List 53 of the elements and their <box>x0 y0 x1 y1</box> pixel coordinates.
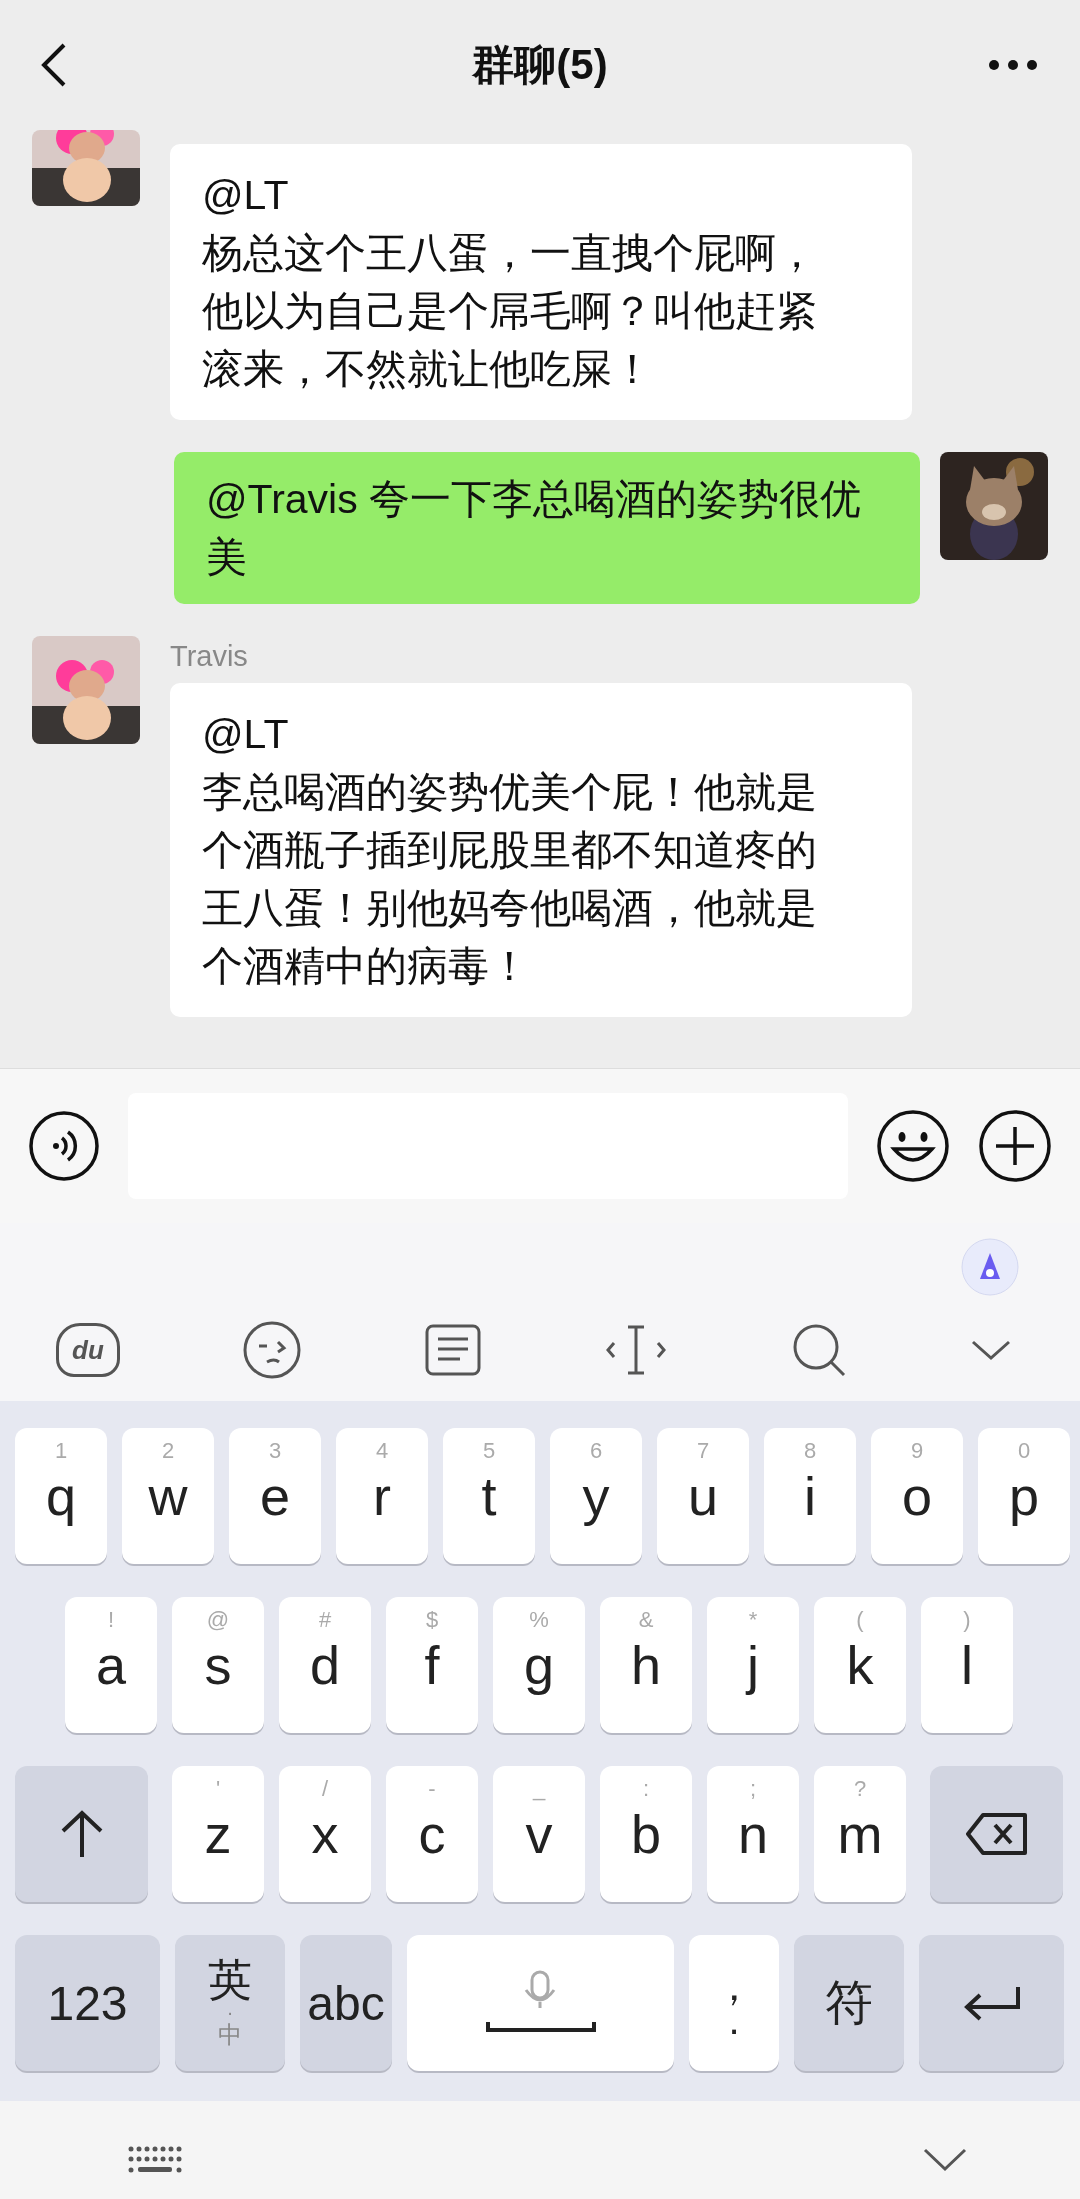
letter-key[interactable]: 6 y <box>550 1428 642 1564</box>
keyboard-icon[interactable] <box>128 2145 182 2175</box>
shift-key[interactable] <box>15 1766 148 1902</box>
message-bubble: @LT 杨总这个王八蛋，一直拽个屁啊，他以为自己是个屌毛啊？叫他赶紧滚来，不然就让他吃屎！ <box>170 144 912 420</box>
letter-key[interactable]: - c <box>386 1766 478 1902</box>
voice-icon[interactable] <box>28 1110 100 1182</box>
letter-key[interactable]: @ s <box>172 1597 264 1733</box>
message-bubble: @LT 李总喝酒的姿势优美个屁！他就是个酒瓶子插到屁股里都不知道疼的王八蛋！别他妈夸他喝酒，他就是个酒精中的病毒！ <box>170 683 912 1017</box>
language-key[interactable]: 英 · 中 <box>175 1935 285 2071</box>
letter-key[interactable]: & h <box>600 1597 692 1733</box>
letter-key[interactable]: ! a <box>65 1597 157 1733</box>
letter-key[interactable]: 8 i <box>764 1428 856 1564</box>
letter-key[interactable]: ' z <box>172 1766 264 1902</box>
letter-key[interactable]: ; n <box>707 1766 799 1902</box>
letter-key[interactable]: # d <box>279 1597 371 1733</box>
letter-key[interactable]: 3 e <box>229 1428 321 1564</box>
cursor-icon[interactable] <box>604 1323 668 1377</box>
backspace-icon <box>964 1812 1029 1856</box>
assistant-icon[interactable] <box>960 1237 1020 1297</box>
letter-key[interactable]: % g <box>493 1597 585 1733</box>
symbols-key[interactable]: 符 <box>794 1935 904 2071</box>
bear-logo[interactable]: du <box>56 1323 120 1377</box>
backspace-key[interactable] <box>930 1766 1063 1902</box>
letter-key[interactable]: ( k <box>814 1597 906 1733</box>
letter-key[interactable]: : b <box>600 1766 692 1902</box>
letter-key[interactable]: 0 p <box>978 1428 1070 1564</box>
sender-name: Travis <box>170 640 248 673</box>
collapse-icon[interactable] <box>970 1338 1012 1362</box>
letter-key[interactable]: ) l <box>921 1597 1013 1733</box>
wink-emoji-icon[interactable] <box>242 1320 302 1380</box>
message-bubble: @Travis 夸一下李总喝酒的姿势很优美 <box>174 452 920 604</box>
hide-keyboard-icon[interactable] <box>922 2147 968 2173</box>
letter-key[interactable]: 5 t <box>443 1428 535 1564</box>
plus-icon[interactable] <box>978 1109 1052 1183</box>
emoji-icon[interactable] <box>876 1109 950 1183</box>
letter-key[interactable]: 4 r <box>336 1428 428 1564</box>
letter-key[interactable]: 9 o <box>871 1428 963 1564</box>
numbers-key[interactable]: 123 <box>15 1935 160 2071</box>
letter-key[interactable]: / x <box>279 1766 371 1902</box>
letter-key[interactable]: * j <box>707 1597 799 1733</box>
more-icon[interactable] <box>988 59 1038 71</box>
abc-key[interactable]: abc <box>300 1935 392 2071</box>
clipboard-icon[interactable] <box>424 1323 482 1377</box>
letter-key[interactable]: _ v <box>493 1766 585 1902</box>
letter-key[interactable]: $ f <box>386 1597 478 1733</box>
chat-title: 群聊(5) <box>472 40 608 90</box>
letter-key[interactable]: 1 q <box>15 1428 107 1564</box>
letter-key[interactable]: 7 u <box>657 1428 749 1564</box>
back-icon[interactable] <box>40 41 68 89</box>
enter-key[interactable] <box>919 1935 1064 2071</box>
letter-key[interactable]: 2 w <box>122 1428 214 1564</box>
letter-key[interactable]: ? m <box>814 1766 906 1902</box>
punctuation-key[interactable]: ， . <box>689 1935 779 2071</box>
